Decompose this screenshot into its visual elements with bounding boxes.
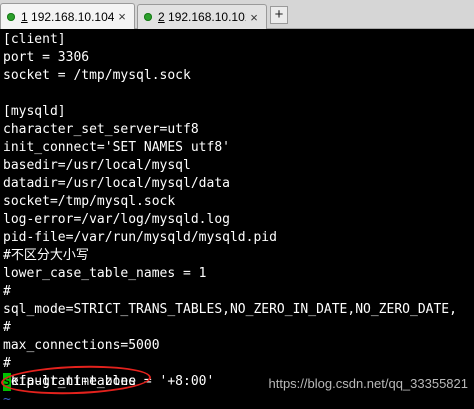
terminal-cursor: s (3, 373, 11, 391)
terminal-line: sql_mode=STRICT_TRANS_TABLES,NO_ZERO_IN_… (3, 302, 457, 317)
terminal-line-current: skip-grant-tables (3, 373, 136, 391)
terminal-line-text: kip-grant-tables (10, 374, 137, 389)
terminal-line: max_connections=5000 (3, 338, 160, 353)
terminal-line: #不区分大小写 (3, 248, 89, 263)
terminal-line: character_set_server=utf8 (3, 122, 199, 137)
terminal-line: basedir=/usr/local/mysql (3, 158, 191, 173)
terminal-line: # (3, 320, 11, 335)
tab-label: 1 192.168.10.104 (21, 10, 114, 24)
tab-number: 2 (158, 10, 165, 24)
close-icon[interactable]: × (246, 9, 262, 25)
tab-session-1[interactable]: 1 192.168.10.104 × (0, 3, 135, 29)
empty-line-marker: ~ (3, 392, 11, 407)
terminal-line: [mysqld] (3, 104, 66, 119)
terminal-line: log-error=/var/log/mysqld.log (3, 212, 230, 227)
tab-bar: 1 192.168.10.104 × 2 192.168.10.101 × + (0, 0, 474, 29)
terminal-line: init_connect='SET NAMES utf8' (3, 140, 230, 155)
terminal-line: pid-file=/var/run/mysqld/mysqld.pid (3, 230, 277, 245)
terminal-line: socket=/tmp/mysql.sock (3, 194, 176, 209)
terminal-output[interactable]: [client] port = 3306 socket = /tmp/mysql… (0, 29, 474, 404)
tab-session-2[interactable]: 2 192.168.10.101 × (137, 4, 267, 29)
terminal-line: # (3, 284, 11, 299)
terminal-line: [client] (3, 32, 66, 47)
close-icon[interactable]: × (114, 9, 130, 25)
watermark-text: https://blog.csdn.net/qq_33355821 (268, 376, 469, 391)
tab-host: 192.168.10.104 (27, 9, 114, 24)
terminal-line: socket = /tmp/mysql.sock (3, 68, 191, 83)
tab-label: 2 192.168.10.101 (158, 10, 246, 24)
terminal-line: lower_case_table_names = 1 (3, 266, 207, 281)
connected-status-icon (144, 13, 152, 21)
terminal-line: # (3, 356, 11, 371)
new-tab-button[interactable]: + (270, 6, 288, 24)
terminal-line: port = 3306 (3, 50, 90, 65)
terminal-line: datadir=/usr/local/mysql/data (3, 176, 230, 191)
tab-host: 192.168.10.101 (164, 10, 246, 24)
tab-number: 1 (21, 9, 28, 24)
connected-status-icon (7, 12, 15, 21)
